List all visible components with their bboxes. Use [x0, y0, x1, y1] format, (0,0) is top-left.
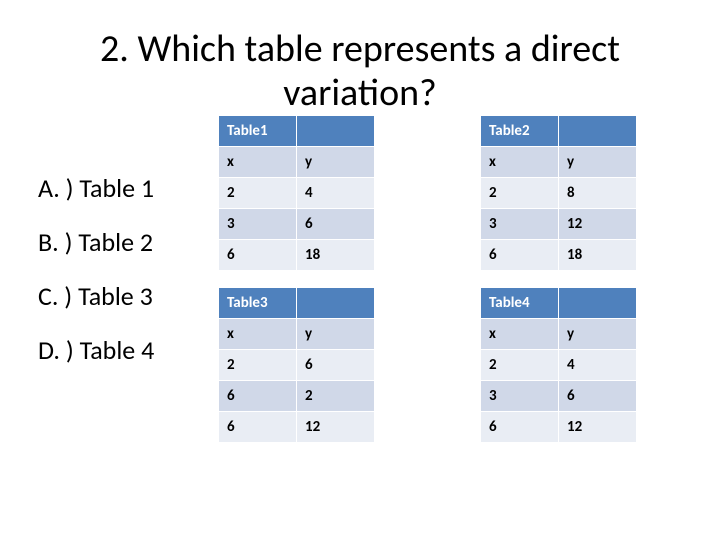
table-cell: 8: [559, 178, 637, 209]
table-2-label: Table2: [481, 116, 559, 147]
table-cell: 12: [559, 412, 637, 443]
table-cell: 4: [559, 350, 637, 381]
table-cell: 2: [297, 381, 375, 412]
table-2-hx: x: [481, 147, 559, 178]
answer-c: C. ) Table 3: [38, 283, 154, 309]
table-1: Table1 xy 24 36 618: [218, 115, 375, 271]
table-3-label: Table3: [219, 288, 297, 319]
table-2-hy: y: [559, 147, 637, 178]
table-cell: 6: [481, 240, 559, 271]
table-cell: 12: [297, 412, 375, 443]
answer-d: D. ) Table 4: [38, 337, 154, 363]
table-4-label: Table4: [481, 288, 559, 319]
table-cell: 6: [481, 412, 559, 443]
answer-b: B. ) Table 2: [38, 229, 154, 255]
title-line-1: 2. Which table represents a direct: [100, 26, 620, 72]
content-area: A. ) Table 1 B. ) Table 2 C. ) Table 3 D…: [0, 115, 720, 515]
table-2: Table2 xy 28 312 618: [480, 115, 637, 271]
answer-a: A. ) Table 1: [38, 175, 154, 201]
title-line-2: variation?: [283, 70, 436, 116]
table-cell: 6: [219, 240, 297, 271]
table-cell: 18: [297, 240, 375, 271]
table-cell: 6: [297, 350, 375, 381]
table-3-hx: x: [219, 319, 297, 350]
table-cell-empty: [297, 116, 375, 147]
table-cell: 4: [297, 178, 375, 209]
table-cell: 6: [559, 381, 637, 412]
table-3-hy: y: [297, 319, 375, 350]
table-cell: 6: [219, 381, 297, 412]
table-1-hx: x: [219, 147, 297, 178]
table-cell: 2: [481, 178, 559, 209]
table-4: Table4 xy 24 36 612: [480, 287, 637, 443]
table-cell: 3: [219, 209, 297, 240]
table-cell: 6: [219, 412, 297, 443]
table-cell-empty: [297, 288, 375, 319]
table-cell-empty: [559, 116, 637, 147]
table-cell-empty: [559, 288, 637, 319]
table-cell: 18: [559, 240, 637, 271]
table-cell: 2: [481, 350, 559, 381]
question-title: 2. Which table represents a direct varia…: [0, 0, 720, 115]
table-cell: 12: [559, 209, 637, 240]
table-cell: 2: [219, 350, 297, 381]
table-1-label: Table1: [219, 116, 297, 147]
table-cell: 6: [297, 209, 375, 240]
table-cell: 2: [219, 178, 297, 209]
table-1-hy: y: [297, 147, 375, 178]
table-cell: 3: [481, 209, 559, 240]
answer-list: A. ) Table 1 B. ) Table 2 C. ) Table 3 D…: [38, 175, 154, 391]
table-cell: 3: [481, 381, 559, 412]
table-4-hy: y: [559, 319, 637, 350]
table-3: Table3 xy 26 62 612: [218, 287, 375, 443]
table-4-hx: x: [481, 319, 559, 350]
